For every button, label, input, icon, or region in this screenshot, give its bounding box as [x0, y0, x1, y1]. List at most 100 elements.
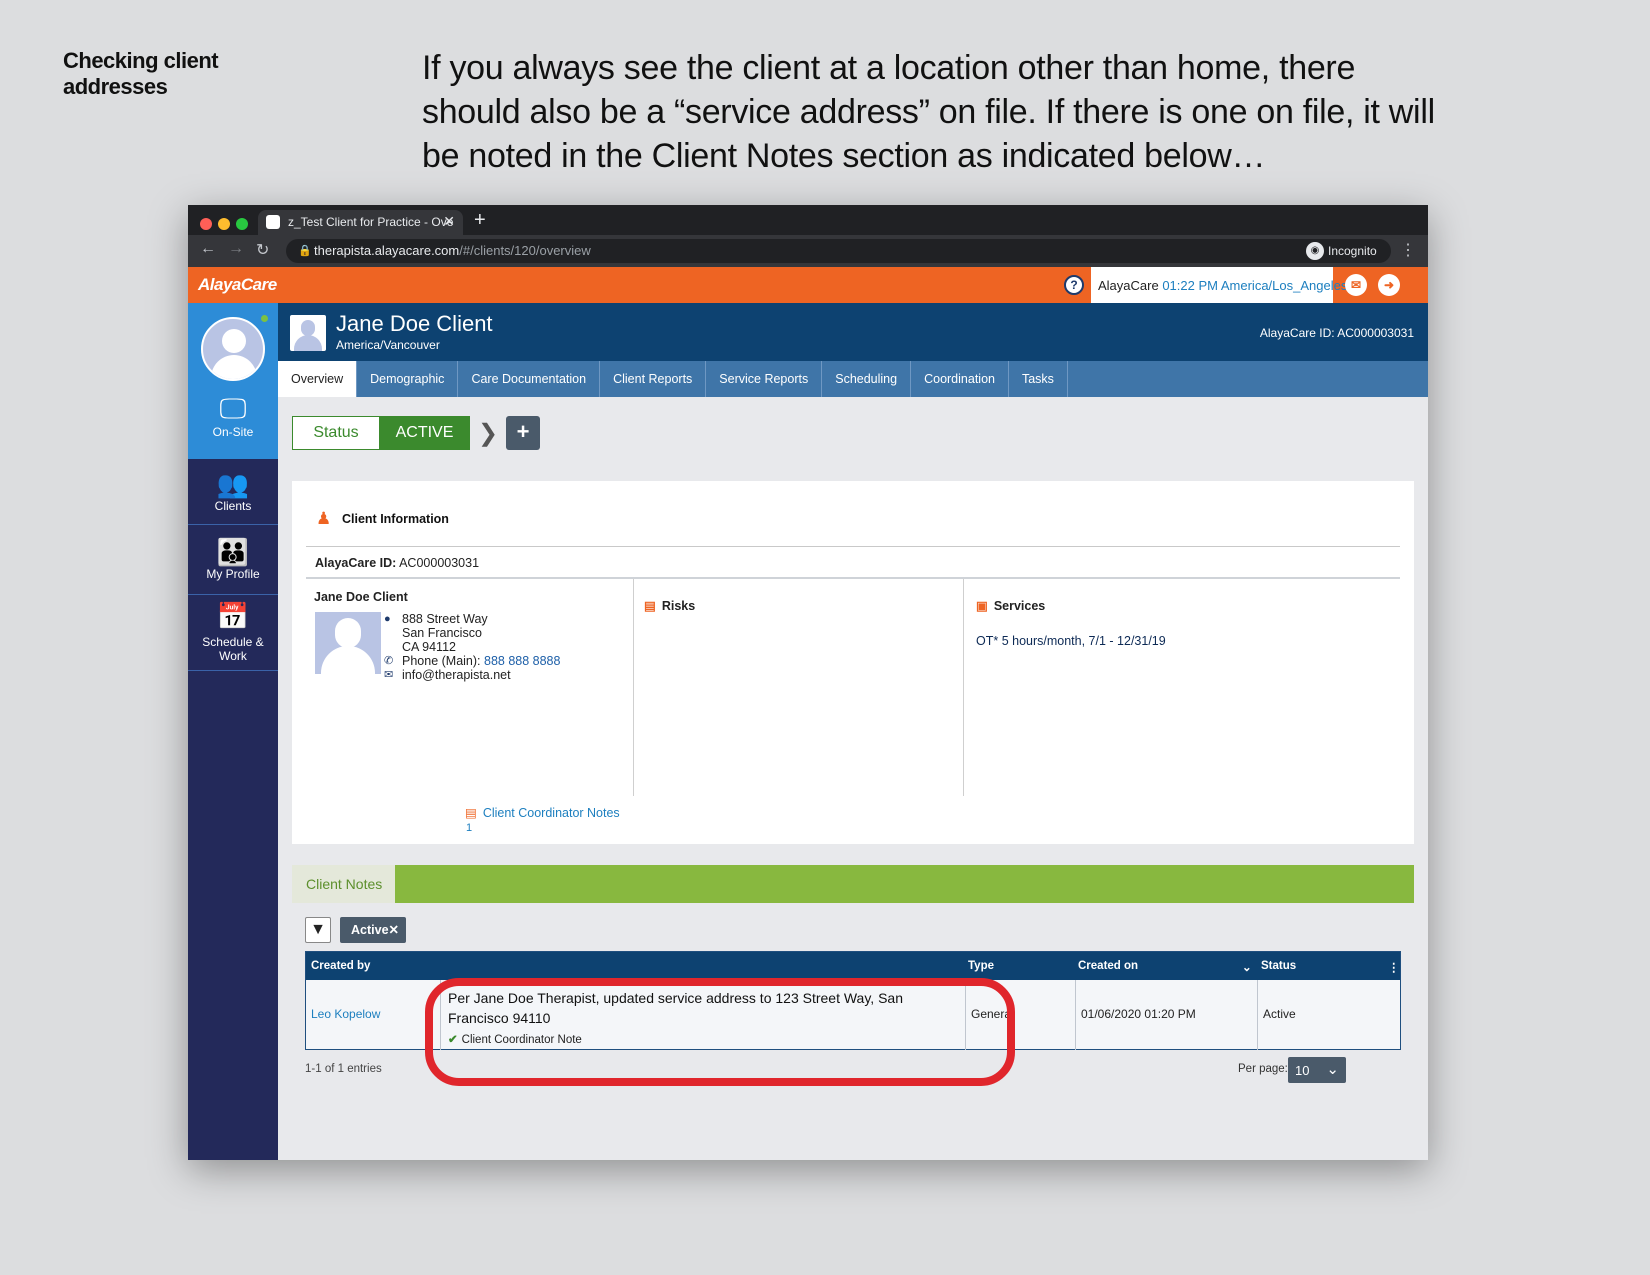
- client-tabs: Overview Demographic Care Documentation …: [278, 361, 1428, 397]
- online-status-icon: [261, 315, 268, 322]
- column-header-created-by[interactable]: Created by: [311, 960, 370, 972]
- per-page-value: 10: [1295, 1063, 1310, 1078]
- clock-brand: AlayaCare: [1098, 278, 1159, 293]
- column-header-status[interactable]: Status: [1261, 960, 1296, 972]
- browser-omnibar: ← → ↻ 🔒 therapista.alayacare.com/#/clien…: [188, 235, 1428, 267]
- phone-label: Phone (Main):: [402, 654, 481, 668]
- app-sidebar: 🖵 On-Site 👥 Clients 👪 My Profile 📅 Sched…: [188, 303, 278, 1160]
- tab-tasks[interactable]: Tasks: [1009, 361, 1068, 397]
- created-on-value: 01/06/2020 01:20 PM: [1081, 1007, 1196, 1021]
- client-contact: ● 888 Street Way San Francisco CA 94112 ✆…: [384, 612, 560, 682]
- remove-filter-icon[interactable]: ✕: [389, 922, 399, 937]
- sort-down-icon[interactable]: ⌄: [1242, 960, 1252, 974]
- address-bar[interactable]: 🔒 therapista.alayacare.com/#/clients/120…: [286, 239, 1346, 263]
- badge-icon: ▣: [976, 599, 988, 613]
- phone-icon: ✆: [384, 655, 394, 667]
- sidebar-profile-block: 🖵 On-Site: [188, 303, 278, 459]
- tab-care-documentation[interactable]: Care Documentation: [458, 361, 601, 397]
- sidebar-item-on-site[interactable]: 🖵 On-Site: [188, 393, 278, 439]
- status-label: Status: [313, 424, 359, 441]
- client-notes-header: Client Notes: [292, 865, 1414, 903]
- incognito-icon: ◉: [1306, 242, 1324, 260]
- sidebar-item-label: Schedule & Work: [202, 635, 264, 663]
- tab-service-reports[interactable]: Service Reports: [706, 361, 823, 397]
- client-id-row: AlayaCare ID: AC000003031: [315, 556, 479, 570]
- chevron-down-icon: ⌄: [1326, 1061, 1339, 1078]
- tab-scheduling[interactable]: Scheduling: [822, 361, 912, 397]
- forward-icon[interactable]: →: [228, 240, 244, 258]
- browser-tab-title: z_Test Client for Practice - Ove: [288, 215, 454, 229]
- incognito-badge[interactable]: ◉ Incognito: [1301, 239, 1391, 263]
- client-email: info@therapista.net: [402, 668, 511, 682]
- browser-menu-icon[interactable]: ⋮: [1400, 240, 1416, 260]
- sidebar-item-schedule-work[interactable]: 📅 Schedule & Work: [188, 595, 278, 671]
- tab-demographic[interactable]: Demographic: [357, 361, 459, 397]
- user-clock: AlayaCare 01:22 PM America/Los_Angeles: [1091, 267, 1347, 303]
- client-header-id: AlayaCare ID: AC000003031: [1259, 326, 1414, 340]
- status-widget[interactable]: Status ACTIVE: [292, 416, 470, 450]
- tab-overview[interactable]: Overview: [278, 361, 358, 397]
- envelope-icon: ✉: [384, 669, 394, 681]
- sidebar-item-my-profile[interactable]: 👪 My Profile: [188, 525, 278, 595]
- alayacare-logo[interactable]: AlayaCare: [198, 275, 277, 295]
- minimize-window-dot[interactable]: [218, 218, 230, 230]
- address-line-3: CA 94112: [402, 640, 456, 654]
- logout-icon[interactable]: ➜: [1378, 274, 1400, 296]
- favicon-icon: [266, 215, 280, 229]
- sidebar-item-label: On-Site: [212, 425, 254, 439]
- risks-section: ▤ Risks: [644, 598, 695, 613]
- client-header: Jane Doe Client America/Vancouver AlayaC…: [278, 303, 1428, 361]
- client-id-value: AC000003031: [399, 556, 480, 570]
- client-timezone: America/Vancouver: [336, 338, 440, 352]
- notes-icon: ▤: [465, 806, 477, 820]
- coordinator-notes-label: Client Coordinator Notes: [482, 806, 620, 820]
- url-path: /#/clients/120/overview: [459, 243, 591, 258]
- browser-tabstrip: z_Test Client for Practice - Ove ✕ +: [188, 205, 1428, 235]
- filter-button[interactable]: ▼: [305, 917, 331, 943]
- clients-icon: 👥: [216, 469, 250, 499]
- chevron-right-icon[interactable]: ❯: [478, 419, 498, 448]
- phone-link[interactable]: 888 888 8888: [484, 654, 560, 668]
- sidebar-item-label: Clients: [214, 499, 252, 513]
- profile-group-icon: 👪: [216, 537, 250, 567]
- column-header-type[interactable]: Type: [968, 960, 994, 972]
- mail-icon[interactable]: ✉: [1345, 274, 1367, 296]
- user-avatar[interactable]: [201, 317, 265, 381]
- calendar-icon: 📅: [216, 601, 250, 631]
- reload-icon[interactable]: ↻: [256, 240, 269, 260]
- client-information-title: Client Information: [342, 512, 449, 526]
- tab-coordination[interactable]: Coordination: [911, 361, 1009, 397]
- client-coordinator-notes-link[interactable]: ▤ Client Coordinator Notes: [465, 805, 620, 820]
- clock-time: 01:22 PM America/Los_Angeles: [1162, 278, 1348, 293]
- slide-heading: If you always see the client at a locati…: [422, 49, 1435, 175]
- coordinator-notes-count: 1: [466, 822, 473, 834]
- tab-client-reports[interactable]: Client Reports: [600, 361, 707, 397]
- app-top-bar: AlayaCare ? AlayaCare 01:22 PM America/L…: [188, 267, 1428, 303]
- close-tab-icon[interactable]: ✕: [443, 213, 455, 230]
- close-window-dot[interactable]: [200, 218, 212, 230]
- per-page-select[interactable]: 10 ⌄: [1288, 1057, 1346, 1083]
- created-by-link[interactable]: Leo Kopelow: [311, 1007, 380, 1021]
- url-host: therapista.alayacare.com: [314, 243, 460, 258]
- client-photo: [315, 612, 381, 674]
- incognito-label: Incognito: [1328, 244, 1377, 258]
- add-button[interactable]: +: [506, 416, 540, 450]
- active-filter-chip[interactable]: Active ✕: [340, 917, 406, 943]
- maximize-window-dot[interactable]: [236, 218, 248, 230]
- sidebar-item-clients[interactable]: 👥 Clients: [188, 459, 278, 525]
- back-icon[interactable]: ←: [200, 240, 216, 258]
- column-menu-icon[interactable]: ⋮: [1388, 960, 1400, 974]
- highlight-ring: [425, 978, 1015, 1086]
- browser-tab[interactable]: z_Test Client for Practice - Ove ✕: [258, 210, 463, 235]
- monitor-icon: 🖵: [219, 393, 247, 424]
- address-line-2: San Francisco: [402, 626, 482, 640]
- tab-client-notes[interactable]: Client Notes: [292, 865, 395, 903]
- client-header-photo: [290, 315, 326, 351]
- column-header-created-on[interactable]: Created on: [1078, 960, 1138, 972]
- table-row[interactable]: Leo Kopelow: [306, 980, 441, 1050]
- help-icon[interactable]: ?: [1064, 275, 1084, 295]
- client-name-title: Jane Doe Client: [336, 311, 493, 336]
- status-row: Status ACTIVE ❯ +: [278, 397, 1428, 465]
- sidebar-item-label: My Profile: [206, 567, 260, 581]
- new-tab-icon[interactable]: +: [474, 209, 486, 232]
